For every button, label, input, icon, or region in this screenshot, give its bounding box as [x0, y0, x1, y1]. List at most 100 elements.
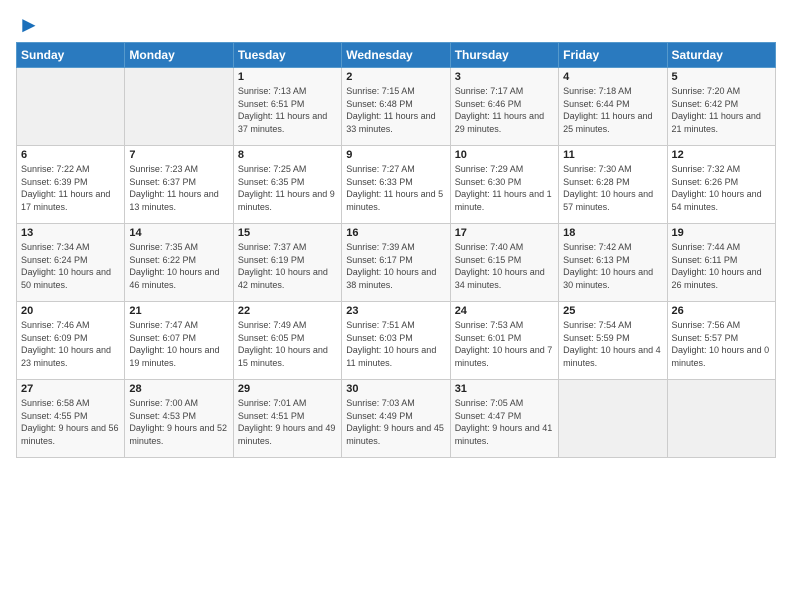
day-number: 3 [455, 71, 554, 83]
day-info: Sunrise: 7:05 AM Sunset: 4:47 PM Dayligh… [455, 397, 554, 447]
calendar-body: 1 Sunrise: 7:13 AM Sunset: 6:51 PM Daylig… [17, 68, 776, 458]
day-number: 19 [672, 227, 771, 239]
day-info: Sunrise: 7:46 AM Sunset: 6:09 PM Dayligh… [21, 319, 120, 369]
day-number: 26 [672, 305, 771, 317]
day-info: Sunrise: 7:27 AM Sunset: 6:33 PM Dayligh… [346, 163, 445, 213]
page-container: ► SundayMondayTuesdayWednesdayThursdayFr… [0, 0, 792, 466]
day-info: Sunrise: 7:56 AM Sunset: 5:57 PM Dayligh… [672, 319, 771, 369]
day-info: Sunrise: 7:00 AM Sunset: 4:53 PM Dayligh… [129, 397, 228, 447]
calendar-cell: 8 Sunrise: 7:25 AM Sunset: 6:35 PM Daylig… [233, 146, 341, 224]
calendar-cell: 1 Sunrise: 7:13 AM Sunset: 6:51 PM Daylig… [233, 68, 341, 146]
calendar-cell: 3 Sunrise: 7:17 AM Sunset: 6:46 PM Daylig… [450, 68, 558, 146]
day-info: Sunrise: 7:53 AM Sunset: 6:01 PM Dayligh… [455, 319, 554, 369]
day-info: Sunrise: 7:29 AM Sunset: 6:30 PM Dayligh… [455, 163, 554, 213]
calendar-cell: 10 Sunrise: 7:29 AM Sunset: 6:30 PM Dayli… [450, 146, 558, 224]
day-number: 18 [563, 227, 662, 239]
calendar-header: SundayMondayTuesdayWednesdayThursdayFrid… [17, 43, 776, 68]
day-number: 8 [238, 149, 337, 161]
day-number: 16 [346, 227, 445, 239]
day-info: Sunrise: 7:23 AM Sunset: 6:37 PM Dayligh… [129, 163, 228, 213]
day-number: 10 [455, 149, 554, 161]
calendar-cell: 27 Sunrise: 6:58 AM Sunset: 4:55 PM Dayli… [17, 380, 125, 458]
day-number: 12 [672, 149, 771, 161]
weekday-header-friday: Friday [559, 43, 667, 68]
day-number: 2 [346, 71, 445, 83]
day-info: Sunrise: 7:37 AM Sunset: 6:19 PM Dayligh… [238, 241, 337, 291]
day-info: Sunrise: 7:03 AM Sunset: 4:49 PM Dayligh… [346, 397, 445, 447]
day-info: Sunrise: 7:17 AM Sunset: 6:46 PM Dayligh… [455, 85, 554, 135]
calendar-cell: 30Sunrise: 7:03 AM Sunset: 4:49 PM Dayli… [342, 380, 450, 458]
weekday-header-wednesday: Wednesday [342, 43, 450, 68]
calendar-week-4: 20 Sunrise: 7:46 AM Sunset: 6:09 PM Dayli… [17, 302, 776, 380]
day-info: Sunrise: 7:49 AM Sunset: 6:05 PM Dayligh… [238, 319, 337, 369]
calendar-cell: 7 Sunrise: 7:23 AM Sunset: 6:37 PM Daylig… [125, 146, 233, 224]
day-info: Sunrise: 7:32 AM Sunset: 6:26 PM Dayligh… [672, 163, 771, 213]
day-info: Sunrise: 7:15 AM Sunset: 6:48 PM Dayligh… [346, 85, 445, 135]
calendar-cell: 11Sunrise: 7:30 AM Sunset: 6:28 PM Dayli… [559, 146, 667, 224]
calendar-cell: 18 Sunrise: 7:42 AM Sunset: 6:13 PM Dayli… [559, 224, 667, 302]
calendar-cell [559, 380, 667, 458]
day-info: Sunrise: 7:20 AM Sunset: 6:42 PM Dayligh… [672, 85, 771, 135]
weekday-header-tuesday: Tuesday [233, 43, 341, 68]
day-info: Sunrise: 7:54 AM Sunset: 5:59 PM Dayligh… [563, 319, 662, 369]
calendar-cell: 31 Sunrise: 7:05 AM Sunset: 4:47 PM Dayli… [450, 380, 558, 458]
day-number: 5 [672, 71, 771, 83]
day-info: Sunrise: 7:42 AM Sunset: 6:13 PM Dayligh… [563, 241, 662, 291]
day-number: 27 [21, 383, 120, 395]
calendar-cell: 14Sunrise: 7:35 AM Sunset: 6:22 PM Dayli… [125, 224, 233, 302]
calendar-cell: 28 Sunrise: 7:00 AM Sunset: 4:53 PM Dayli… [125, 380, 233, 458]
day-number: 21 [129, 305, 228, 317]
calendar-cell: 21 Sunrise: 7:47 AM Sunset: 6:07 PM Dayli… [125, 302, 233, 380]
day-info: Sunrise: 7:13 AM Sunset: 6:51 PM Dayligh… [238, 85, 337, 135]
calendar-cell: 23 Sunrise: 7:51 AM Sunset: 6:03 PM Dayli… [342, 302, 450, 380]
logo-text: ► [16, 12, 40, 38]
calendar-cell: 20 Sunrise: 7:46 AM Sunset: 6:09 PM Dayli… [17, 302, 125, 380]
calendar-cell [17, 68, 125, 146]
day-number: 31 [455, 383, 554, 395]
calendar-cell: 17Sunrise: 7:40 AM Sunset: 6:15 PM Dayli… [450, 224, 558, 302]
day-info: Sunrise: 7:47 AM Sunset: 6:07 PM Dayligh… [129, 319, 228, 369]
calendar-week-2: 6Sunrise: 7:22 AM Sunset: 6:39 PM Daylig… [17, 146, 776, 224]
calendar-week-1: 1 Sunrise: 7:13 AM Sunset: 6:51 PM Daylig… [17, 68, 776, 146]
calendar-cell: 29Sunrise: 7:01 AM Sunset: 4:51 PM Dayli… [233, 380, 341, 458]
calendar-cell: 24 Sunrise: 7:53 AM Sunset: 6:01 PM Dayli… [450, 302, 558, 380]
day-number: 15 [238, 227, 337, 239]
weekday-header-sunday: Sunday [17, 43, 125, 68]
day-info: Sunrise: 7:01 AM Sunset: 4:51 PM Dayligh… [238, 397, 337, 447]
day-info: Sunrise: 7:44 AM Sunset: 6:11 PM Dayligh… [672, 241, 771, 291]
calendar-cell: 9 Sunrise: 7:27 AM Sunset: 6:33 PM Daylig… [342, 146, 450, 224]
day-info: Sunrise: 7:30 AM Sunset: 6:28 PM Dayligh… [563, 163, 662, 213]
day-info: Sunrise: 7:35 AM Sunset: 6:22 PM Dayligh… [129, 241, 228, 291]
header: ► [16, 12, 776, 34]
day-number: 6 [21, 149, 120, 161]
day-info: Sunrise: 7:39 AM Sunset: 6:17 PM Dayligh… [346, 241, 445, 291]
calendar-cell [125, 68, 233, 146]
day-number: 1 [238, 71, 337, 83]
day-info: Sunrise: 7:18 AM Sunset: 6:44 PM Dayligh… [563, 85, 662, 135]
calendar-week-3: 13Sunrise: 7:34 AM Sunset: 6:24 PM Dayli… [17, 224, 776, 302]
day-number: 9 [346, 149, 445, 161]
day-number: 7 [129, 149, 228, 161]
day-info: Sunrise: 7:51 AM Sunset: 6:03 PM Dayligh… [346, 319, 445, 369]
calendar-cell: 12 Sunrise: 7:32 AM Sunset: 6:26 PM Dayli… [667, 146, 775, 224]
calendar-cell: 19 Sunrise: 7:44 AM Sunset: 6:11 PM Dayli… [667, 224, 775, 302]
calendar-cell: 13Sunrise: 7:34 AM Sunset: 6:24 PM Dayli… [17, 224, 125, 302]
day-number: 23 [346, 305, 445, 317]
weekday-header-row: SundayMondayTuesdayWednesdayThursdayFrid… [17, 43, 776, 68]
calendar-cell: 22 Sunrise: 7:49 AM Sunset: 6:05 PM Dayli… [233, 302, 341, 380]
day-number: 22 [238, 305, 337, 317]
day-number: 17 [455, 227, 554, 239]
calendar-cell: 26 Sunrise: 7:56 AM Sunset: 5:57 PM Dayli… [667, 302, 775, 380]
day-number: 24 [455, 305, 554, 317]
calendar-week-5: 27 Sunrise: 6:58 AM Sunset: 4:55 PM Dayli… [17, 380, 776, 458]
day-info: Sunrise: 7:25 AM Sunset: 6:35 PM Dayligh… [238, 163, 337, 213]
day-number: 25 [563, 305, 662, 317]
day-info: Sunrise: 7:34 AM Sunset: 6:24 PM Dayligh… [21, 241, 120, 291]
day-info: Sunrise: 6:58 AM Sunset: 4:55 PM Dayligh… [21, 397, 120, 447]
calendar-cell: 4Sunrise: 7:18 AM Sunset: 6:44 PM Daylig… [559, 68, 667, 146]
weekday-header-thursday: Thursday [450, 43, 558, 68]
calendar-cell: 15 Sunrise: 7:37 AM Sunset: 6:19 PM Dayli… [233, 224, 341, 302]
day-number: 28 [129, 383, 228, 395]
day-number: 20 [21, 305, 120, 317]
weekday-header-monday: Monday [125, 43, 233, 68]
